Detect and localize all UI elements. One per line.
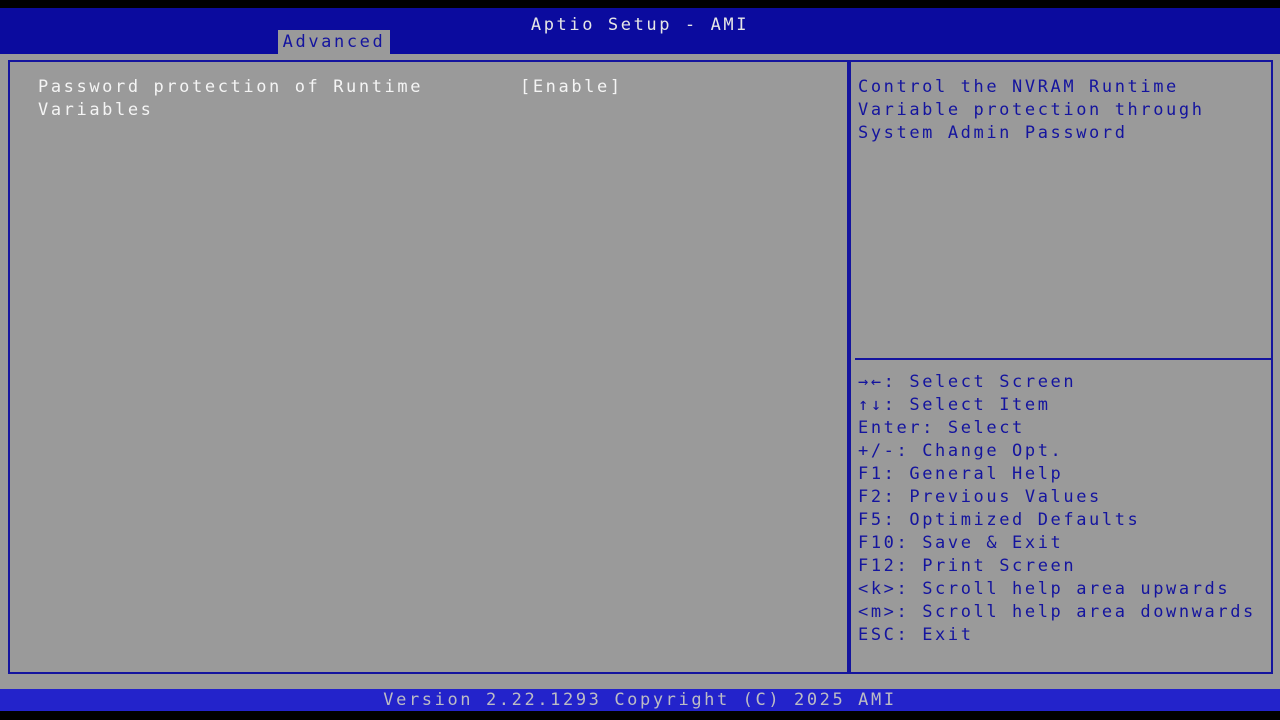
key-action: Optimized Defaults: [909, 510, 1140, 530]
key-label: F5:: [858, 510, 897, 530]
bottom-black-strip: [0, 711, 1280, 720]
key-action: Print Screen: [922, 556, 1076, 576]
settings-panel: Password protection of Runtime Variables…: [8, 60, 849, 674]
key-legend: →←: Select Screen ↑↓: Select Item Enter:…: [858, 371, 1269, 647]
page-title: Aptio Setup - AMI: [0, 14, 1280, 37]
key-action: General Help: [909, 464, 1063, 484]
key-action: Select Item: [909, 395, 1050, 415]
help-text: Control the NVRAM Runtime Variable prote…: [858, 76, 1265, 145]
bios-setup-screen: Aptio Setup - AMI Advanced Password prot…: [0, 0, 1280, 720]
version-footer: Version 2.22.1293 Copyright (C) 2025 AMI: [0, 689, 1280, 711]
setting-value[interactable]: [Enable]: [520, 76, 847, 122]
key-action: Scroll help area downwards: [922, 602, 1256, 622]
setting-row-password-protection[interactable]: Password protection of Runtime Variables…: [38, 76, 847, 122]
version-text: Version 2.22.1293 Copyright (C) 2025 AMI: [383, 690, 896, 710]
legend-row-f12: F12: Print Screen: [858, 555, 1269, 578]
legend-row-change-opt: +/-: Change Opt.: [858, 440, 1269, 463]
help-panel: Control the NVRAM Runtime Variable prote…: [849, 60, 1273, 674]
header-bar: Aptio Setup - AMI Advanced: [0, 8, 1280, 54]
key-label: F1:: [858, 464, 897, 484]
key-label: <m>:: [858, 602, 909, 622]
key-action: Exit: [922, 625, 973, 645]
legend-row-select-item: ↑↓: Select Item: [858, 394, 1269, 417]
key-action: Select Screen: [909, 372, 1076, 392]
legend-row-f1: F1: General Help: [858, 463, 1269, 486]
legend-row-scroll-up: <k>: Scroll help area upwards: [858, 578, 1269, 601]
legend-row-enter: Enter: Select: [858, 417, 1269, 440]
legend-row-f2: F2: Previous Values: [858, 486, 1269, 509]
key-label: F12:: [858, 556, 909, 576]
key-label: ESC:: [858, 625, 909, 645]
key-action: Select: [948, 418, 1025, 438]
tab-advanced[interactable]: Advanced: [278, 30, 390, 54]
top-black-strip: [0, 0, 1280, 8]
key-label: Enter:: [858, 418, 935, 438]
key-label: ↑↓:: [858, 395, 897, 415]
key-action: Scroll help area upwards: [922, 579, 1230, 599]
setting-label: Password protection of Runtime Variables: [38, 76, 520, 122]
legend-row-f5: F5: Optimized Defaults: [858, 509, 1269, 532]
key-action: Change Opt.: [922, 441, 1063, 461]
legend-row-select-screen: →←: Select Screen: [858, 371, 1269, 394]
key-label: F10:: [858, 533, 909, 553]
help-panel-divider: [855, 358, 1271, 360]
key-label: F2:: [858, 487, 897, 507]
key-label: →←:: [858, 372, 897, 392]
key-label: +/-:: [858, 441, 909, 461]
key-label: <k>:: [858, 579, 909, 599]
legend-row-esc: ESC: Exit: [858, 624, 1269, 647]
legend-row-f10: F10: Save & Exit: [858, 532, 1269, 555]
legend-row-scroll-down: <m>: Scroll help area downwards: [858, 601, 1269, 624]
key-action: Previous Values: [909, 487, 1102, 507]
key-action: Save & Exit: [922, 533, 1063, 553]
